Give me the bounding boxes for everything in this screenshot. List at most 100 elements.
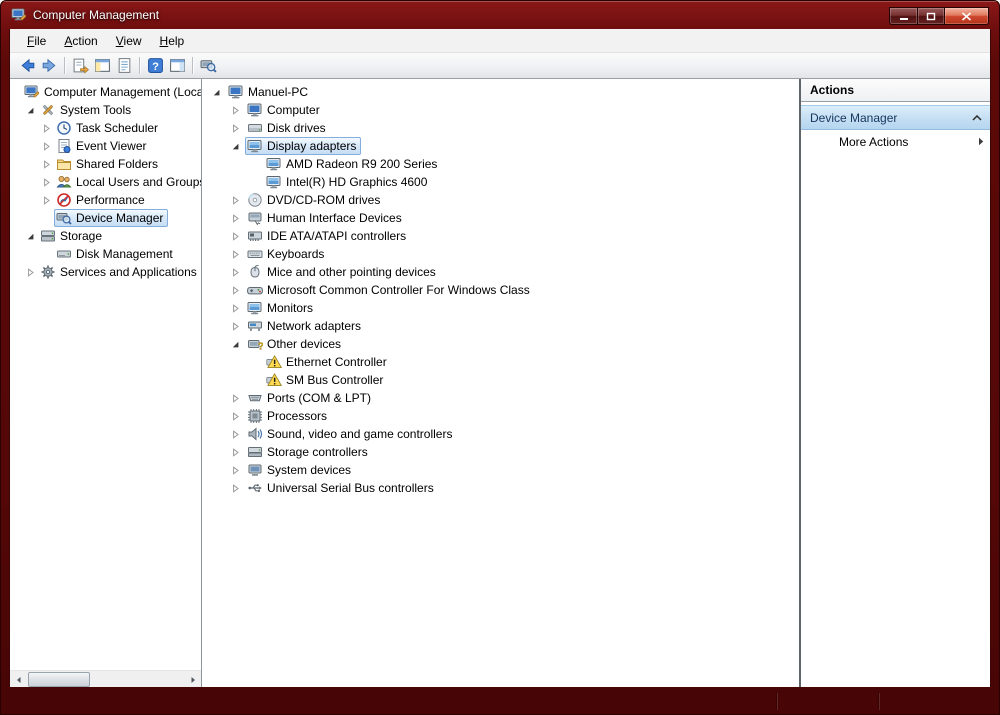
export-list-button[interactable] [69,55,91,77]
scan-hardware-changes-button[interactable] [197,55,219,77]
expand-triangle-icon[interactable] [231,286,245,295]
close-button[interactable] [944,7,989,25]
tree-item-label: Ports (COM & LPT) [267,391,371,405]
tree-item-disk-management[interactable]: Disk Management [10,245,201,263]
tree-item-microsoft-common-controller-for-windows-class[interactable]: Microsoft Common Controller For Windows … [202,281,799,299]
tree-item-keyboards[interactable]: Keyboards [202,245,799,263]
menu-view[interactable]: View [107,31,151,51]
collapse-triangle-icon[interactable] [231,142,245,151]
expand-triangle-icon[interactable] [42,124,54,133]
menu-file[interactable]: File [18,31,55,51]
expand-triangle-icon[interactable] [231,484,245,493]
expand-triangle-icon[interactable] [231,466,245,475]
tree-item-performance[interactable]: Performance [10,191,201,209]
tree-item-ide-ata-atapi-controllers[interactable]: IDE ATA/ATAPI controllers [202,227,799,245]
tree-item-sound-video-and-game-controllers[interactable]: Sound, video and game controllers [202,425,799,443]
row-content: DVD/CD-ROM drives [245,191,385,209]
tree-item-label: Storage [60,229,102,243]
monitor-icon [247,300,263,316]
tree-item-intel-r-hd-graphics-4600[interactable]: Intel(R) HD Graphics 4600 [202,173,799,191]
dvd-drive-icon [247,192,263,208]
expand-triangle-icon[interactable] [231,394,245,403]
expand-triangle-icon[interactable] [231,250,245,259]
horizontal-scrollbar[interactable] [10,670,201,687]
expand-triangle-icon[interactable] [42,178,54,187]
scrollbar-thumb[interactable] [28,672,90,687]
minimize-button[interactable] [889,7,918,25]
tree-item-monitors[interactable]: Monitors [202,299,799,317]
collapse-triangle-icon[interactable] [212,88,226,97]
computer-management-icon [11,7,27,23]
expand-triangle-icon[interactable] [231,322,245,331]
scroll-right-arrow-icon [189,676,197,684]
menu-help[interactable]: Help [151,31,194,51]
tree-item-display-adapters[interactable]: Display adapters [202,137,799,155]
scroll-left-button[interactable] [10,671,27,687]
tree-item-computer[interactable]: Computer [202,101,799,119]
expand-triangle-icon[interactable] [231,412,245,421]
tree-item-label: Computer [267,103,320,117]
tree-item-label: Shared Folders [76,157,158,171]
tree-item-event-viewer[interactable]: Event Viewer [10,137,201,155]
row-content: SM Bus Controller [264,371,388,389]
expand-triangle-icon[interactable] [42,142,54,151]
more-actions-button[interactable]: More Actions [801,130,990,153]
help-button[interactable]: ? [144,55,166,77]
expand-triangle-icon[interactable] [42,196,54,205]
tree-item-label: Disk Management [76,247,173,261]
expand-triangle-icon[interactable] [26,268,38,277]
expand-triangle-icon[interactable] [231,268,245,277]
expand-triangle-icon[interactable] [231,214,245,223]
expand-triangle-icon[interactable] [231,106,245,115]
tree-item-ports-com-lpt[interactable]: Ports (COM & LPT) [202,389,799,407]
collapse-chevron-icon[interactable] [972,115,982,121]
tree-item-manuel-pc[interactable]: Manuel-PC [202,83,799,101]
scroll-right-button[interactable] [184,671,201,687]
collapse-triangle-icon[interactable] [26,106,38,115]
tree-item-label: Performance [76,193,145,207]
expand-triangle-icon[interactable] [231,430,245,439]
tree-item-computer-management-local[interactable]: Computer Management (Local) [10,83,201,101]
tree-item-human-interface-devices[interactable]: Human Interface Devices [202,209,799,227]
expand-triangle-icon[interactable] [231,304,245,313]
actions-section-device-manager[interactable]: Device Manager [801,105,990,130]
tree-item-shared-folders[interactable]: Shared Folders [10,155,201,173]
show-action-pane-button[interactable] [166,55,188,77]
tree-item-services-and-applications[interactable]: Services and Applications [10,263,201,281]
row-content: Mice and other pointing devices [245,263,441,281]
tree-item-local-users-and-groups[interactable]: Local Users and Groups [10,173,201,191]
tree-item-storage[interactable]: Storage [10,227,201,245]
tree-item-amd-radeon-r9-200-series[interactable]: AMD Radeon R9 200 Series [202,155,799,173]
collapse-triangle-icon[interactable] [231,340,245,349]
tree-item-processors[interactable]: Processors [202,407,799,425]
selected-row-highlight: Device Manager [54,209,168,227]
tree-item-system-tools[interactable]: System Tools [10,101,201,119]
expand-triangle-icon[interactable] [231,124,245,133]
expand-triangle-icon[interactable] [231,232,245,241]
tree-item-storage-controllers[interactable]: Storage controllers [202,443,799,461]
collapse-triangle-icon[interactable] [26,232,38,241]
tree-item-network-adapters[interactable]: Network adapters [202,317,799,335]
tree-item-sm-bus-controller[interactable]: SM Bus Controller [202,371,799,389]
tree-item-system-devices[interactable]: System devices [202,461,799,479]
menu-action[interactable]: Action [55,31,106,51]
tree-item-task-scheduler[interactable]: Task Scheduler [10,119,201,137]
title-bar[interactable]: Computer Management [1,1,999,29]
tree-item-ethernet-controller[interactable]: Ethernet Controller [202,353,799,371]
expand-triangle-icon[interactable] [231,448,245,457]
tree-item-device-manager[interactable]: Device Manager [10,209,201,227]
show-console-tree-button[interactable] [91,55,113,77]
storage-icon [40,228,56,244]
tree-item-dvd-cd-rom-drives[interactable]: DVD/CD-ROM drives [202,191,799,209]
tree-item-other-devices[interactable]: ?Other devices [202,335,799,353]
maximize-button[interactable] [917,7,945,25]
unknown-device-warning-icon [266,354,282,370]
properties-button[interactable] [113,55,135,77]
expand-triangle-icon[interactable] [42,160,54,169]
tree-item-mice-and-other-pointing-devices[interactable]: Mice and other pointing devices [202,263,799,281]
back-button[interactable] [16,55,38,77]
tree-item-disk-drives[interactable]: Disk drives [202,119,799,137]
tree-item-universal-serial-bus-controllers[interactable]: Universal Serial Bus controllers [202,479,799,497]
forward-button[interactable] [38,55,60,77]
expand-triangle-icon[interactable] [231,196,245,205]
